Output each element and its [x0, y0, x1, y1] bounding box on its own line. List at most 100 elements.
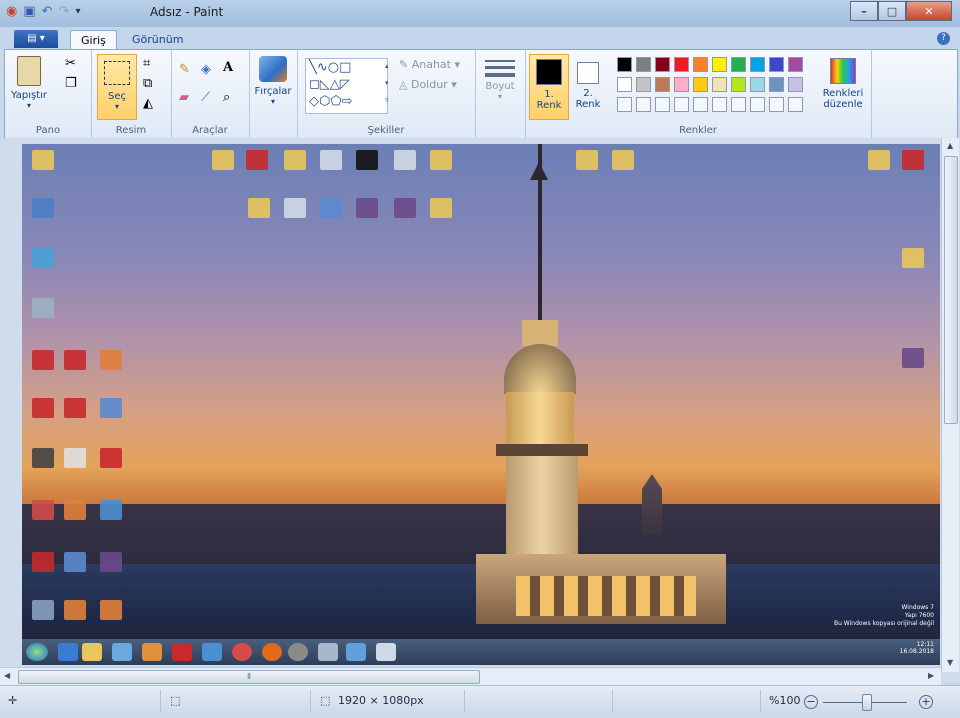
text-icon[interactable]: A	[223, 60, 233, 75]
color-swatch[interactable]	[750, 57, 765, 72]
select-dropdown-icon: ▾	[114, 102, 119, 111]
custom-color-slot[interactable]	[636, 97, 651, 112]
outline-label: Anahat	[411, 58, 451, 71]
color1-button[interactable]: 1. Renk	[529, 54, 569, 120]
title-bar: ◉ ▣ ↶ ↷ ▾ Adsız - Paint – □ ✕	[0, 0, 960, 27]
redo-icon[interactable]: ↷	[59, 4, 70, 20]
color2-button[interactable]: 2. Renk	[571, 54, 605, 118]
custom-color-slot[interactable]	[750, 97, 765, 112]
horizontal-scrollbar[interactable]: ◀ ⦀ ▶	[0, 667, 941, 685]
color-swatch[interactable]	[769, 57, 784, 72]
shapes-scroll[interactable]: ▴ ▾ ▿	[385, 58, 393, 112]
color-swatch[interactable]	[750, 77, 765, 92]
selection-size-icon: ⬚	[170, 694, 181, 707]
canvas-image[interactable]: Windows 7 Yapı 7600 Bu Windows kopyası o…	[22, 144, 940, 665]
taskbar-network-icon	[346, 643, 366, 661]
color-swatch[interactable]	[731, 77, 746, 92]
help-icon[interactable]: ?	[937, 32, 950, 45]
edit-colors-button[interactable]: Renkleri düzenle	[819, 54, 867, 110]
paint-app-icon[interactable]: ◉	[6, 4, 17, 20]
custom-color-slot[interactable]	[693, 97, 708, 112]
customize-qat-icon[interactable]: ▾	[75, 4, 80, 20]
color-swatch[interactable]	[693, 77, 708, 92]
colors-group-label: Renkler	[679, 125, 717, 136]
canvas-size-text: 1920 × 1080px	[338, 694, 424, 707]
color-swatch[interactable]	[731, 57, 746, 72]
custom-color-slot[interactable]	[617, 97, 632, 112]
rotate-icon[interactable]: ◭	[143, 96, 153, 111]
zoom-in-button[interactable]: +	[919, 695, 933, 709]
custom-color-slot[interactable]	[674, 97, 689, 112]
fill-bucket-icon[interactable]: ◈	[201, 62, 211, 77]
color-swatch[interactable]	[636, 77, 651, 92]
select-button[interactable]: Seç ▾	[97, 54, 137, 120]
color-swatch[interactable]	[674, 77, 689, 92]
outline-button[interactable]: ✎ Anahat ▾	[399, 58, 460, 71]
start-orb-icon	[26, 643, 48, 661]
cut-icon[interactable]: ✂	[65, 56, 76, 71]
brushes-label: Fırçalar	[254, 86, 292, 97]
tab-view[interactable]: Görünüm	[122, 30, 193, 49]
save-icon[interactable]: ▣	[23, 4, 35, 20]
paste-button[interactable]: Yapıştır ▾	[9, 56, 49, 110]
color-swatch[interactable]	[693, 57, 708, 72]
color-swatch[interactable]	[617, 57, 632, 72]
magnifier-icon[interactable]: ⌕	[223, 90, 230, 105]
window-controls: – □ ✕	[850, 1, 952, 21]
zoom-slider-thumb[interactable]	[862, 694, 872, 711]
desktop-shortcut-icon	[32, 600, 54, 620]
pencil-icon[interactable]: ✎	[179, 62, 190, 77]
scroll-left-icon[interactable]: ◀	[4, 671, 10, 680]
maximize-button[interactable]: □	[878, 1, 906, 21]
quick-access-toolbar: ◉ ▣ ↶ ↷ ▾	[6, 4, 80, 20]
eraser-icon[interactable]: ▰	[179, 90, 189, 105]
horizontal-scroll-thumb[interactable]: ⦀	[18, 670, 480, 684]
copy-icon[interactable]: ❐	[65, 76, 77, 91]
vertical-scroll-thumb[interactable]	[944, 156, 958, 424]
resize-icon[interactable]: ⧉	[143, 76, 152, 91]
desktop-shortcut-icon	[868, 150, 890, 170]
desktop-shortcut-icon	[356, 198, 378, 218]
status-divider	[310, 690, 311, 712]
group-size: Boyut ▾	[475, 50, 526, 138]
paint-menu-button[interactable]: ▤ ▾	[14, 30, 58, 48]
color-swatch[interactable]	[655, 57, 670, 72]
color-swatch[interactable]	[769, 77, 784, 92]
clipboard-group-label: Pano	[35, 125, 61, 136]
color-swatch[interactable]	[674, 57, 689, 72]
brushes-button[interactable]: Fırçalar ▾	[253, 56, 293, 106]
color-swatch[interactable]	[788, 57, 803, 72]
color-swatch[interactable]	[655, 77, 670, 92]
custom-color-slot[interactable]	[788, 97, 803, 112]
vertical-scrollbar[interactable]: ▲ ▼	[941, 138, 959, 672]
desktop-shortcut-icon	[32, 198, 54, 218]
zoom-out-button[interactable]: −	[804, 695, 818, 709]
color-swatch[interactable]	[636, 57, 651, 72]
fill-button[interactable]: ◬ Doldur ▾	[399, 78, 457, 91]
custom-color-slot[interactable]	[731, 97, 746, 112]
windows-watermark: Windows 7 Yapı 7600 Bu Windows kopyası o…	[834, 604, 934, 628]
desktop-shortcut-icon	[64, 600, 86, 620]
scroll-up-icon[interactable]: ▲	[947, 141, 953, 150]
custom-color-slot[interactable]	[769, 97, 784, 112]
image-group-label: Resim	[115, 125, 147, 136]
size-button[interactable]: Boyut ▾	[481, 56, 519, 101]
crop-icon[interactable]: ⌗	[143, 56, 150, 71]
scroll-down-icon[interactable]: ▼	[947, 658, 953, 667]
color-swatch[interactable]	[617, 77, 632, 92]
close-button[interactable]: ✕	[906, 1, 952, 21]
scroll-right-icon[interactable]: ▶	[928, 671, 934, 680]
color-picker-icon[interactable]: ⟋	[201, 90, 210, 105]
minimize-button[interactable]: –	[850, 1, 878, 21]
line-width-icon	[485, 60, 515, 77]
custom-color-slot[interactable]	[712, 97, 727, 112]
color-swatch[interactable]	[788, 77, 803, 92]
color-swatch[interactable]	[712, 57, 727, 72]
group-clipboard: Yapıştır ▾ ✂ ❐ Pano	[5, 50, 92, 138]
custom-color-slot[interactable]	[655, 97, 670, 112]
tab-home[interactable]: Giriş	[70, 30, 117, 50]
undo-icon[interactable]: ↶	[42, 4, 53, 20]
shapes-gallery[interactable]: ╲∿○□ ◻◺△◸ ◇⬡⬠⇨	[305, 58, 388, 114]
clipboard-icon	[17, 56, 41, 86]
color-swatch[interactable]	[712, 77, 727, 92]
